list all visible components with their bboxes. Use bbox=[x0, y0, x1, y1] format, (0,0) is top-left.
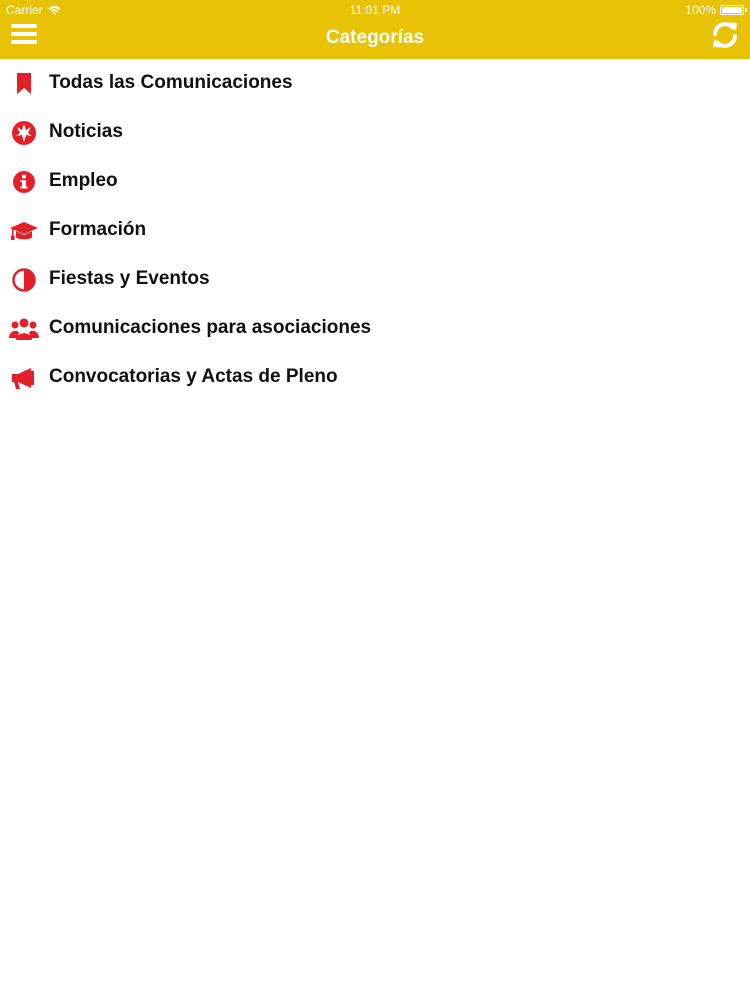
hamburger-menu-icon-line bbox=[11, 40, 37, 44]
category-item-empleo[interactable]: Empleo bbox=[0, 157, 750, 206]
category-item-comunicaciones-para-asociaciones[interactable]: Comunicaciones para asociaciones bbox=[0, 304, 750, 353]
category-label: Empleo bbox=[49, 170, 118, 191]
category-label: Todas las Comunicaciones bbox=[49, 72, 293, 93]
category-item-fiestas-y-eventos[interactable]: Fiestas y Eventos bbox=[0, 255, 750, 304]
top-bar: Carrier 11:01 PM 100% Categorías bbox=[0, 0, 750, 59]
hamburger-menu-icon bbox=[11, 24, 37, 28]
half-circle-icon bbox=[12, 268, 36, 292]
page-title: Categorías bbox=[325, 27, 425, 48]
battery-indicator: 100% bbox=[685, 3, 747, 17]
category-label: Comunicaciones para asociaciones bbox=[49, 317, 372, 338]
status-time: 11:01 PM bbox=[349, 3, 401, 17]
app-screen: Carrier 11:01 PM 100% Categorías Todas l… bbox=[0, 0, 750, 1000]
category-item-noticias[interactable]: Noticias bbox=[0, 108, 750, 157]
refresh-button[interactable] bbox=[710, 20, 740, 50]
category-item-todas-las-comunicaciones[interactable]: Todas las Comunicaciones bbox=[0, 59, 750, 108]
category-label: Noticias bbox=[49, 121, 123, 142]
menu-button[interactable] bbox=[10, 22, 40, 50]
rebel-emblem-icon bbox=[12, 121, 36, 145]
battery-percent: 100% bbox=[685, 3, 716, 17]
refresh-icon bbox=[713, 22, 737, 48]
category-item-formacion[interactable]: Formación bbox=[0, 206, 750, 255]
category-item-convocatorias-y-actas-de-pleno[interactable]: Convocatorias y Actas de Pleno bbox=[0, 353, 750, 402]
status-bar: Carrier 11:01 PM 100% bbox=[0, 0, 750, 20]
category-label: Formación bbox=[49, 219, 147, 240]
info-circle-icon bbox=[13, 171, 35, 193]
bookmark-icon bbox=[17, 73, 31, 94]
users-group-icon bbox=[9, 318, 39, 340]
graduation-cap-icon bbox=[10, 222, 38, 240]
category-label: Fiestas y Eventos bbox=[49, 268, 210, 289]
hamburger-menu-icon-line bbox=[11, 32, 37, 36]
category-list: Todas las Comunicaciones Noticias Empleo bbox=[0, 59, 750, 402]
navigation-bar: Categorías bbox=[0, 20, 750, 59]
category-label: Convocatorias y Actas de Pleno bbox=[49, 366, 338, 387]
battery-icon bbox=[720, 5, 747, 15]
megaphone-icon bbox=[12, 368, 34, 389]
